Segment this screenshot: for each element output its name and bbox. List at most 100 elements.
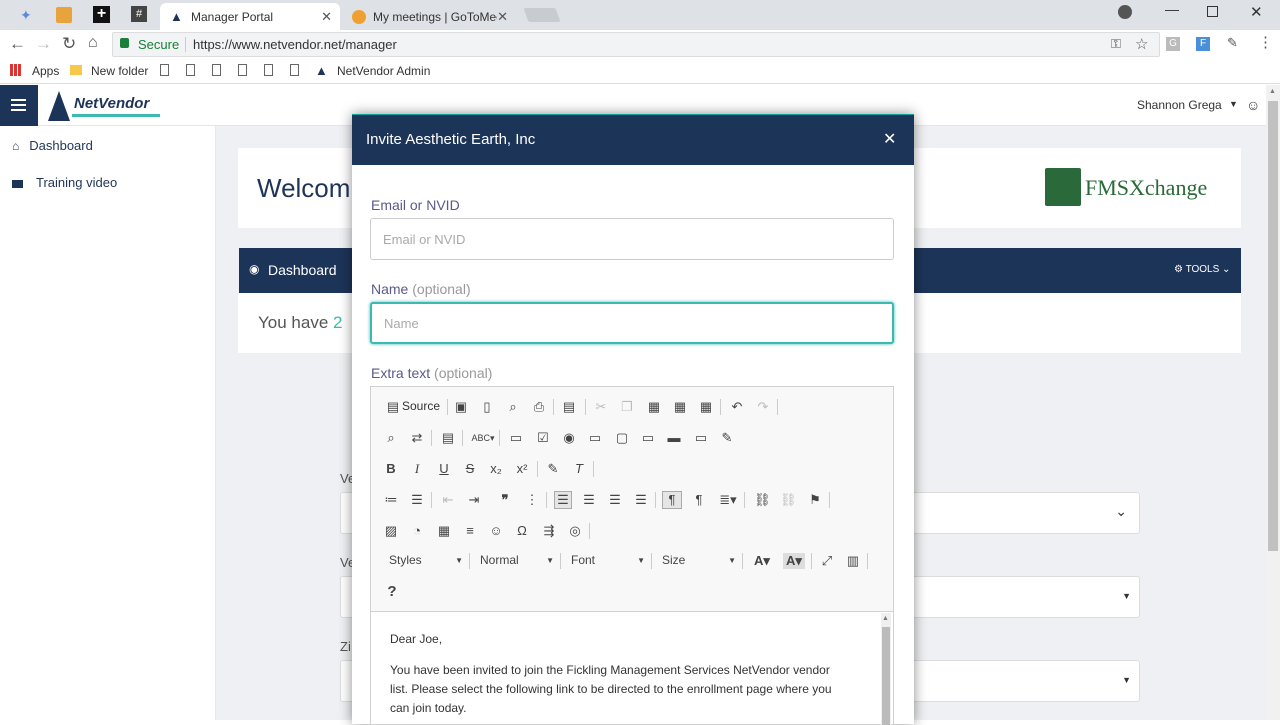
modal-close-icon[interactable]: ✕ [883,129,896,149]
user-dropdown-icon[interactable]: ▼ [1229,99,1238,109]
bulleted-list-icon[interactable]: ☰ [409,492,425,508]
language-icon[interactable]: ≣▾ [717,492,739,508]
minimize-icon[interactable]: — [1165,1,1179,17]
remove-format-icon[interactable]: T [571,461,587,477]
hamburger-menu-button[interactable] [0,85,38,126]
table-icon[interactable]: ▦ [436,523,452,539]
page-icon[interactable] [186,64,195,76]
page-icon[interactable] [290,64,299,76]
smiley-icon[interactable]: ☺ [488,523,504,539]
button-icon[interactable]: ▬ [666,430,682,446]
bookmark-apps[interactable]: Apps [32,64,59,78]
editor-scrollbar[interactable]: ▲ [881,613,891,725]
slack-icon[interactable]: # [131,6,147,22]
editor-scrollbar-thumb[interactable] [882,627,890,725]
forward-icon[interactable]: → [35,34,52,54]
image-icon[interactable]: ▨ [383,523,399,539]
close-tab-icon[interactable]: ✕ [321,9,332,25]
eyedropper-icon[interactable]: ✎ [1227,35,1238,51]
tab-my-meetings[interactable]: My meetings | GoToMeeti ✕ [342,3,522,30]
copy-icon[interactable]: ❐ [619,399,635,415]
reload-icon[interactable]: ↻ [62,34,76,54]
subscript-icon[interactable]: x₂ [488,461,504,477]
save-icon[interactable]: ▣ [453,399,469,415]
undo-icon[interactable]: ↶ [729,399,745,415]
source-icon[interactable]: ▤ [385,399,401,415]
rtl-icon[interactable]: ¶ [691,492,707,508]
show-blocks-icon[interactable]: ▥ [845,553,861,569]
ltr-icon[interactable]: ¶ [662,491,682,509]
blockquote-icon[interactable]: ❞ [497,492,513,508]
flash-icon[interactable]: ◔ [409,523,425,539]
form-icon[interactable]: ▭ [508,430,524,446]
hidden-field-icon[interactable]: ✎ [719,430,735,446]
font-dropdown[interactable]: Font ▼ [571,553,645,569]
text-field-icon[interactable]: ▭ [587,430,603,446]
cut-icon[interactable]: ✂ [593,399,609,415]
bold-icon[interactable]: B [383,461,399,477]
new-tab-icon[interactable]: + [93,6,110,23]
align-right-icon[interactable]: ☰ [607,492,623,508]
background-color-icon[interactable]: A▾ [783,553,805,569]
new-page-icon[interactable]: ▯ [479,399,495,415]
close-tab-icon[interactable]: ✕ [497,9,508,25]
strikethrough-icon[interactable]: S [462,461,478,477]
replace-icon[interactable]: ⇄ [409,430,425,446]
page-icon[interactable] [238,64,247,76]
app-icon-1[interactable]: ✦ [20,7,38,23]
unlink-icon[interactable]: ⛓ [780,492,797,508]
url-text[interactable]: https://www.netvendor.net/manager [193,37,397,52]
profile-icon[interactable] [1118,5,1132,19]
div-container-icon[interactable]: ⋮ [524,492,540,508]
templates-icon[interactable]: ▤ [561,399,577,415]
page-break-icon[interactable]: ⇶ [541,523,557,539]
size-dropdown[interactable]: Size ▼ [662,553,736,569]
scroll-up-icon[interactable]: ▲ [882,615,889,622]
paste-icon[interactable]: ▦ [646,399,662,415]
paste-word-icon[interactable]: ▦ [698,399,714,415]
source-button[interactable]: Source [402,399,440,413]
scrollbar-thumb[interactable] [1268,101,1278,551]
new-tab-button[interactable] [523,8,561,22]
extension-f-icon[interactable]: F [1196,37,1210,51]
text-color-icon[interactable]: A▾ [751,553,773,569]
print-icon[interactable]: ⎙ [531,399,547,415]
select-icon[interactable]: ▭ [640,430,656,446]
extension-g-icon[interactable]: G [1166,37,1180,51]
paste-text-icon[interactable]: ▦ [672,399,688,415]
superscript-icon[interactable]: x² [514,461,530,477]
name-input[interactable] [370,302,894,344]
radio-icon[interactable]: ◉ [561,430,577,446]
iframe-icon[interactable]: ◎ [567,523,583,539]
styles-dropdown[interactable]: Styles ▼ [389,553,463,569]
page-icon[interactable] [160,64,169,76]
url-box[interactable]: Secure https://www.netvendor.net/manager… [112,32,1160,57]
app-icon-2[interactable] [56,7,72,23]
align-left-icon[interactable]: ☰ [554,491,572,509]
apps-icon[interactable] [10,64,22,76]
indent-icon[interactable]: ⇥ [466,492,482,508]
select-all-icon[interactable]: ▤ [440,430,456,446]
horizontal-line-icon[interactable]: ≡ [462,523,478,539]
key-icon[interactable]: ⚿ [1111,36,1121,52]
textarea-icon[interactable]: ▢ [614,430,630,446]
find-icon[interactable]: ⌕ [383,430,399,446]
help-icon[interactable]: ? [384,584,400,600]
anchor-flag-icon[interactable]: ⚑ [807,492,823,508]
numbered-list-icon[interactable]: ≔ [383,492,399,508]
user-name[interactable]: Shannon Grega [1137,98,1222,112]
spellcheck-icon[interactable]: ABC▾ [471,430,495,446]
checkbox-icon[interactable]: ☑ [535,430,551,446]
page-icon[interactable] [212,64,221,76]
align-center-icon[interactable]: ☰ [581,492,597,508]
email-input[interactable] [370,218,894,260]
tab-manager-portal[interactable]: ▲ Manager Portal ✕ [160,3,340,30]
preview-icon[interactable]: ⌕ [505,399,521,415]
special-char-icon[interactable]: Ω [514,523,530,539]
window-close-icon[interactable]: ✕ [1250,3,1263,21]
copy-format-icon[interactable]: ✎ [545,461,561,477]
format-dropdown[interactable]: Normal ▼ [480,553,554,569]
underline-icon[interactable]: U [436,461,452,477]
link-icon[interactable]: ⛓ [754,492,771,508]
restore-icon[interactable] [1207,6,1218,17]
